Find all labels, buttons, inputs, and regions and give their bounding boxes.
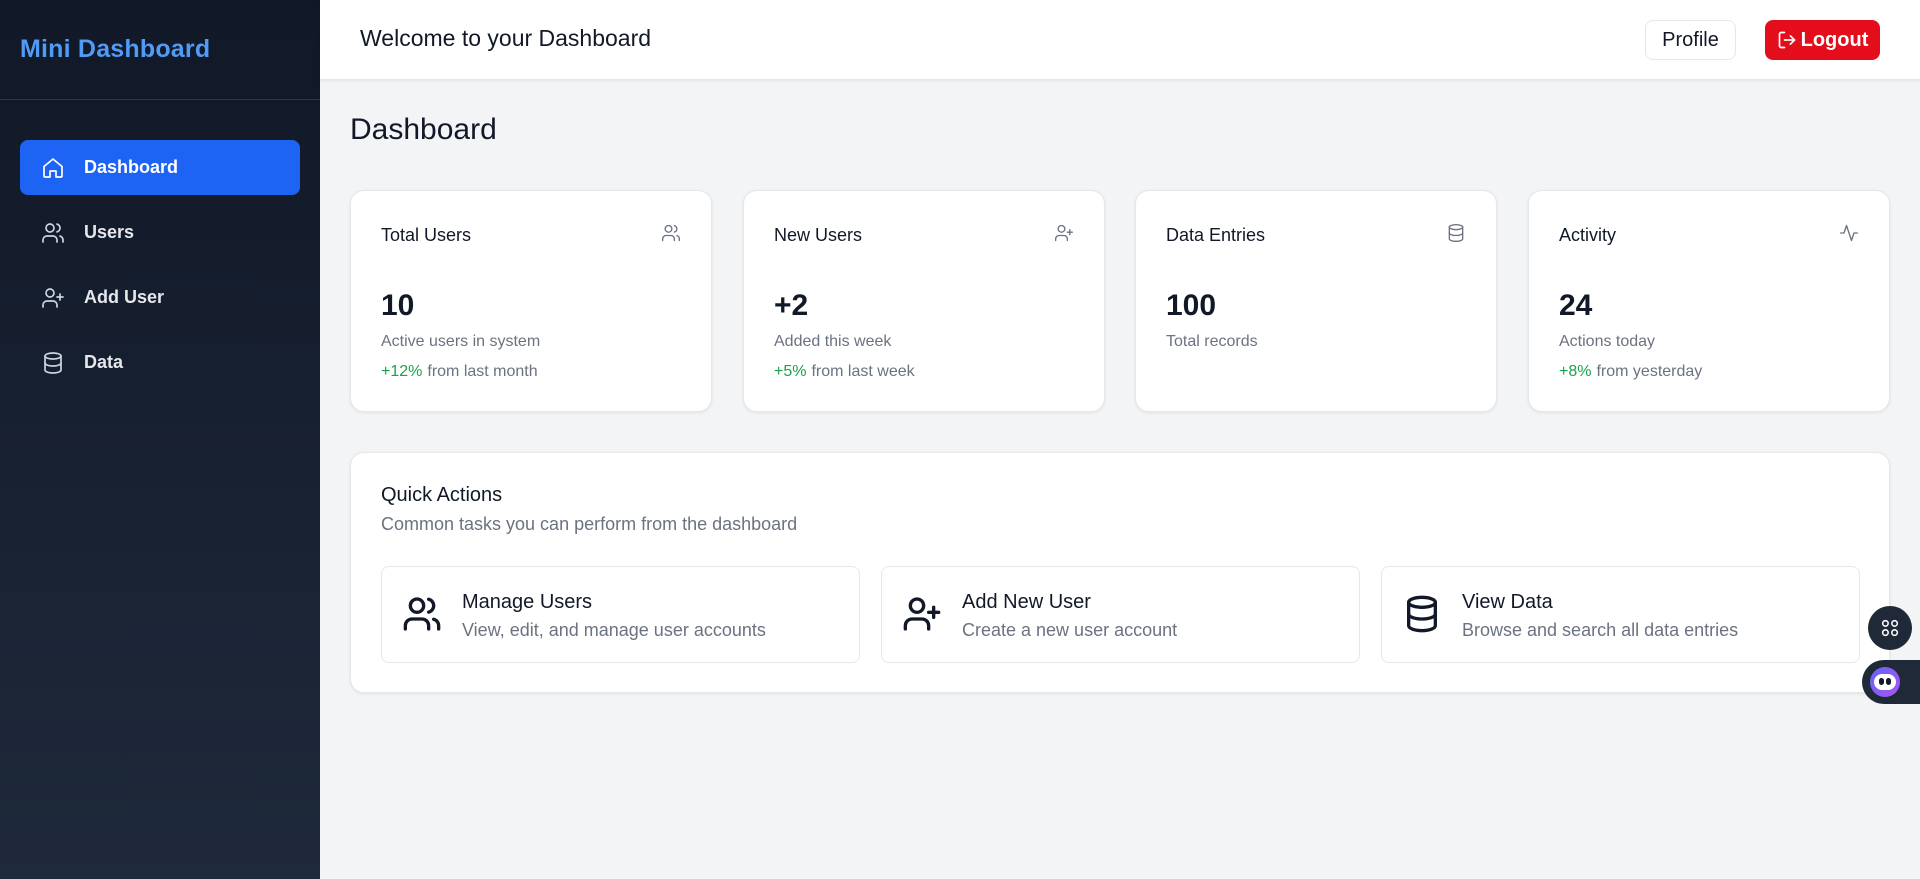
users-icon [661, 223, 681, 243]
database-icon [41, 351, 65, 375]
sidebar-item-dashboard[interactable]: Dashboard [20, 140, 300, 195]
logout-button[interactable]: Logout [1765, 20, 1880, 60]
quick-action-description: View, edit, and manage user accounts [462, 620, 766, 640]
quick-action-title: Manage Users [462, 591, 593, 613]
sidebar: Mini Dashboard Dashboard Users Add User … [0, 0, 320, 879]
stat-description: Actions today [1559, 333, 1656, 350]
assistant-bot-button[interactable] [1862, 660, 1920, 704]
logout-icon [1778, 31, 1795, 49]
grid-icon [1881, 619, 1899, 637]
logout-label: Logout [1800, 28, 1869, 51]
quick-action-title: Add New User [962, 591, 1091, 613]
trend-value: +5% [774, 363, 807, 380]
trend-text: from last month [427, 363, 538, 380]
user-plus-icon [41, 286, 65, 310]
quick-action-add-new-user[interactable]: Add New User Create a new user account [881, 566, 1360, 663]
stat-value: 24 [1559, 289, 1593, 322]
sidebar-item-users[interactable]: Users [20, 205, 300, 260]
sidebar-item-add-user[interactable]: Add User [20, 270, 300, 325]
trend-text: from last week [811, 363, 915, 380]
stat-card-activity: Activity 24 Actions today +8% from yester… [1528, 190, 1890, 412]
stat-title: Activity [1559, 225, 1617, 245]
user-plus-icon [902, 594, 942, 634]
quick-action-title: View Data [1462, 591, 1553, 613]
top-header: Welcome to your Dashboard Profile Logout [320, 0, 1920, 80]
home-icon [41, 156, 65, 180]
stat-title: New Users [774, 225, 863, 245]
stat-description: Active users in system [381, 333, 541, 350]
stat-card-new-users: New Users +2 Added this week +5% from las… [743, 190, 1105, 412]
stat-title: Total Users [381, 225, 472, 245]
database-icon [1446, 223, 1466, 243]
quick-action-manage-users[interactable]: Manage Users View, edit, and manage user… [381, 566, 860, 663]
sidebar-item-label: Dashboard [84, 157, 179, 177]
profile-button[interactable]: Profile [1645, 20, 1736, 60]
page-title: Dashboard [350, 113, 497, 146]
sidebar-nav: Dashboard Users Add User Data [0, 100, 320, 390]
stat-card-data-entries: Data Entries 100 Total records [1135, 190, 1497, 412]
brand-title[interactable]: Mini Dashboard [20, 35, 210, 64]
welcome-title: Welcome to your Dashboard [360, 25, 652, 51]
users-icon [402, 594, 442, 634]
brand: Mini Dashboard [0, 0, 320, 100]
quick-actions-panel: Quick Actions Common tasks you can perfo… [350, 452, 1890, 693]
sidebar-item-label: Data [84, 352, 124, 372]
quick-action-description: Browse and search all data entries [1462, 620, 1739, 640]
sidebar-item-label: Users [84, 222, 135, 242]
stat-title: Data Entries [1166, 225, 1266, 245]
stat-value: 10 [381, 289, 415, 322]
activity-icon [1839, 223, 1859, 243]
bot-icon [1870, 667, 1900, 697]
apps-grid-button[interactable] [1868, 606, 1912, 650]
stat-trend: +12% from last month [381, 363, 538, 381]
user-plus-icon [1054, 223, 1074, 243]
quick-actions-title: Quick Actions [381, 484, 503, 506]
quick-action-view-data[interactable]: View Data Browse and search all data ent… [1381, 566, 1860, 663]
stat-value: +2 [774, 289, 809, 322]
trend-value: +12% [381, 363, 423, 380]
database-icon [1402, 594, 1442, 634]
stat-card-total-users: Total Users 10 Active users in system +1… [350, 190, 712, 412]
sidebar-item-label: Add User [84, 287, 165, 307]
trend-value: +8% [1559, 363, 1592, 380]
stat-trend: +8% from yesterday [1559, 363, 1702, 381]
users-icon [41, 221, 65, 245]
quick-actions-subtitle: Common tasks you can perform from the da… [381, 514, 798, 534]
stat-trend: +5% from last week [774, 363, 915, 381]
stat-value: 100 [1166, 289, 1217, 322]
quick-action-description: Create a new user account [962, 620, 1178, 640]
sidebar-item-data[interactable]: Data [20, 335, 300, 390]
trend-text: from yesterday [1596, 363, 1703, 380]
stat-description: Total records [1166, 333, 1258, 350]
stat-description: Added this week [774, 333, 892, 350]
